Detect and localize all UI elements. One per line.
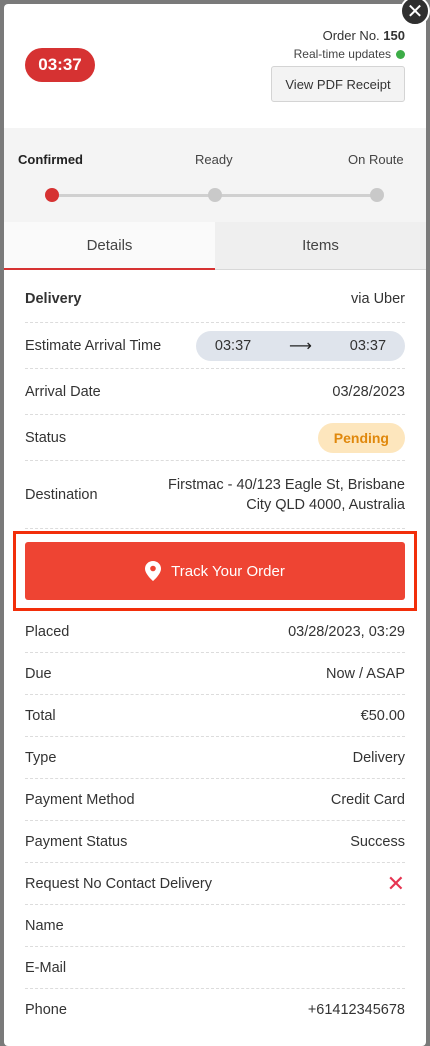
status-label: Status	[25, 429, 67, 446]
payment-status-label: Payment Status	[25, 833, 128, 850]
arrival-date-label: Arrival Date	[25, 383, 101, 400]
status-dot-icon	[396, 49, 405, 59]
payment-method-label: Payment Method	[25, 791, 135, 808]
order-progress: Confirmed Ready On Route	[4, 128, 426, 222]
eta-to: 03:37	[349, 337, 387, 354]
name-label: Name	[25, 917, 64, 934]
no-contact-label: Request No Contact Delivery	[25, 875, 212, 892]
destination-row: Destination Firstmac - 40/123 Eagle St, …	[25, 461, 405, 529]
step-on-route-label: On Route	[348, 152, 404, 167]
tab-bar: Details Items	[4, 222, 426, 270]
total-label: Total	[25, 707, 56, 724]
email-label: E-Mail	[25, 959, 67, 976]
arrival-date-value: 03/28/2023	[332, 383, 405, 400]
track-order-highlight: Track Your Order	[13, 531, 417, 611]
type-value: Delivery	[352, 749, 405, 766]
details-list: Delivery via Uber Estimate Arrival Time …	[4, 270, 426, 1031]
delivery-row: Delivery via Uber	[25, 270, 405, 323]
order-modal: 03:37 Order No. 150 Real-time updates Vi…	[4, 4, 426, 1046]
due-label: Due	[25, 665, 52, 682]
order-number: Order No. 150	[323, 28, 405, 43]
status-row: Status Pending	[25, 415, 405, 461]
eta-row: Estimate Arrival Time 03:37 ⟶ 03:37	[25, 323, 405, 369]
tab-items[interactable]: Items	[215, 222, 426, 269]
no-contact-row: Request No Contact Delivery ✕	[25, 863, 405, 905]
phone-row: Phone +61412345678	[25, 989, 405, 1031]
realtime-indicator: Real-time updates	[294, 47, 405, 61]
status-badge: Pending	[317, 422, 405, 453]
email-row: E-Mail	[25, 947, 405, 989]
total-row: Total €50.00	[25, 695, 405, 737]
total-value: €50.00	[360, 707, 405, 724]
placed-value: 03/28/2023, 03:29	[288, 623, 405, 640]
x-mark-icon: ✕	[386, 870, 405, 896]
due-row: Due Now / ASAP	[25, 653, 405, 695]
realtime-label: Real-time updates	[293, 47, 391, 61]
placed-row: Placed 03/28/2023, 03:29	[25, 611, 405, 653]
close-icon: ✕	[406, 0, 424, 23]
type-label: Type	[25, 749, 57, 766]
step-ready-label: Ready	[195, 152, 233, 167]
tab-details[interactable]: Details	[4, 222, 215, 270]
eta-from: 03:37	[214, 337, 252, 354]
type-row: Type Delivery	[25, 737, 405, 779]
order-number-label: Order No.	[322, 28, 380, 43]
delivery-value: via Uber	[351, 291, 405, 307]
step-on-route-dot	[370, 188, 384, 202]
placed-label: Placed	[25, 623, 70, 640]
countdown-timer: 03:37	[25, 48, 95, 82]
payment-status-value: Success	[350, 833, 405, 850]
track-order-button[interactable]: Track Your Order	[25, 542, 405, 600]
step-ready-dot	[208, 188, 222, 202]
eta-range: 03:37 ⟶ 03:37	[196, 330, 405, 361]
destination-line-1: Firstmac - 40/123 Eagle St, Brisbane	[168, 476, 405, 493]
delivery-label: Delivery	[25, 291, 82, 307]
payment-method-row: Payment Method Credit Card	[25, 779, 405, 821]
destination-value: Firstmac - 40/123 Eagle St, Brisbane Cit…	[168, 475, 405, 515]
order-number-value: 150	[383, 28, 405, 43]
step-confirmed-dot	[45, 188, 59, 202]
arrival-date-row: Arrival Date 03/28/2023	[25, 369, 405, 415]
phone-label: Phone	[25, 1002, 67, 1018]
due-value: Now / ASAP	[326, 665, 405, 682]
name-row: Name	[25, 905, 405, 947]
eta-label: Estimate Arrival Time	[25, 337, 162, 354]
view-pdf-receipt-button[interactable]: View PDF Receipt	[271, 66, 405, 102]
destination-line-2: City QLD 4000, Australia	[246, 496, 405, 513]
phone-value: +61412345678	[307, 1002, 405, 1018]
payment-status-row: Payment Status Success	[25, 821, 405, 863]
order-header: 03:37 Order No. 150 Real-time updates Vi…	[4, 4, 426, 128]
arrow-right-icon: ⟶	[289, 337, 312, 355]
map-pin-icon	[145, 561, 162, 581]
destination-label: Destination	[25, 486, 98, 503]
payment-method-value: Credit Card	[330, 791, 405, 808]
track-order-label: Track Your Order	[171, 562, 285, 580]
step-confirmed-label: Confirmed	[18, 152, 83, 167]
